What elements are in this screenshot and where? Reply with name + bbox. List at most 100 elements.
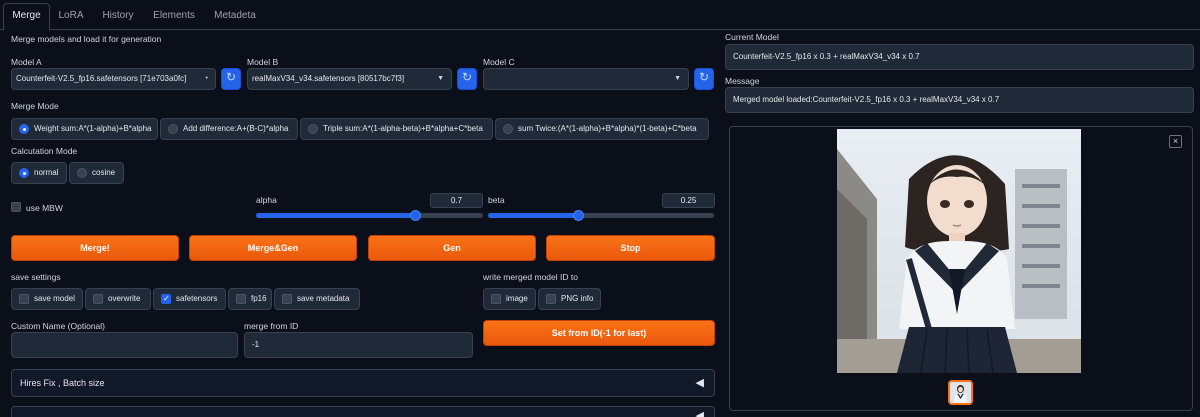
alpha-label: alpha: [256, 195, 277, 205]
refresh-model-a-button[interactable]: [221, 68, 241, 90]
checkbox-label: save model: [34, 294, 75, 303]
triangle-left-icon: ◀: [695, 410, 704, 417]
merge-mode-label: Merge Mode: [11, 101, 59, 111]
checkmark-icon: [161, 289, 171, 309]
merge-from-id-label: merge from ID: [244, 321, 299, 331]
hires-fix-accordion-label: Hires Fix , Batch size: [20, 378, 105, 388]
calc-mode-option-label: cosine: [92, 168, 116, 177]
save-settings-group: save model overwrite safetensors fp16 sa…: [11, 288, 360, 310]
gen-button[interactable]: Gen: [368, 235, 536, 261]
overwrite-checkbox[interactable]: overwrite: [85, 288, 151, 310]
fp16-checkbox[interactable]: fp16: [228, 288, 272, 310]
alpha-slider[interactable]: [256, 210, 483, 221]
message-field: Merged model loaded:Counterfeit-V2.5_fp1…: [725, 87, 1194, 113]
checkbox-box: [19, 294, 29, 304]
write-id-image-checkbox[interactable]: image: [483, 288, 536, 310]
custom-name-input[interactable]: [11, 332, 238, 358]
checkbox-label: PNG info: [561, 294, 594, 303]
beta-slider-handle[interactable]: [573, 210, 585, 221]
radio-dot: [168, 124, 178, 134]
tab-merge[interactable]: Merge: [3, 3, 50, 31]
chevron-down-icon: •: [205, 75, 208, 82]
checkbox-box: [93, 294, 103, 304]
calc-mode-cosine[interactable]: cosine: [69, 162, 124, 184]
model-a-label: Model A: [11, 57, 42, 67]
tab-metadeta[interactable]: Metadeta: [207, 4, 263, 30]
output-gallery: ×: [729, 126, 1193, 411]
alpha-number-input[interactable]: 0.7: [430, 193, 483, 208]
radio-dot: [503, 124, 513, 134]
calc-mode-label: Calcutation Mode: [11, 146, 78, 156]
radio-dot: [19, 168, 29, 178]
merge-mode-radio-group: Weight sum:A*(1-alpha)+B*alpha Add diffe…: [11, 118, 709, 140]
thumbnail-image: [950, 382, 971, 403]
model-a-dropdown[interactable]: Counterfeit-V2.5_fp16.safetensors [71e70…: [11, 68, 216, 90]
triangle-left-icon: ◀: [695, 377, 704, 389]
tab-lora[interactable]: LoRA: [52, 4, 90, 30]
model-c-label: Model C: [483, 57, 515, 67]
radio-dot: [77, 168, 87, 178]
stop-button[interactable]: Stop: [546, 235, 715, 261]
radio-dot: [19, 124, 29, 134]
model-c-dropdown[interactable]: ▼: [483, 68, 689, 90]
alpha-slider-handle[interactable]: [409, 210, 421, 221]
merge-and-gen-button[interactable]: Merge&Gen: [189, 235, 357, 261]
merge-mode-add-difference[interactable]: Add difference:A+(B-C)*alpha: [160, 118, 298, 140]
checkbox-label: safetensors: [176, 294, 218, 303]
tab-history[interactable]: History: [95, 4, 141, 30]
write-id-group: image PNG info: [483, 288, 601, 310]
collapsed-accordion[interactable]: ◀: [11, 406, 715, 417]
calc-mode-radio-group: normal cosine: [11, 162, 124, 184]
gallery-thumbnail[interactable]: [948, 380, 973, 405]
save-model-checkbox[interactable]: save model: [11, 288, 83, 310]
merge-mode-option-label: Weight sum:A*(1-alpha)+B*alpha: [34, 124, 152, 133]
beta-slider[interactable]: [488, 210, 714, 221]
merge-mode-triple-sum[interactable]: Triple sum:A*(1-alpha-beta)+B*alpha+C*be…: [300, 118, 493, 140]
checkbox-box: [282, 294, 292, 304]
radio-dot: [308, 124, 318, 134]
checkbox-box: [491, 294, 501, 304]
checkbox-label: fp16: [251, 294, 267, 303]
beta-number-input[interactable]: 0.25: [662, 193, 715, 208]
merge-mode-option-label: Add difference:A+(B-C)*alpha: [183, 124, 289, 133]
chevron-down-icon: ▼: [437, 75, 444, 82]
use-mbw-label: use MBW: [26, 203, 63, 213]
write-id-label: write merged model ID to: [483, 272, 578, 282]
tab-elements[interactable]: Elements: [146, 4, 202, 30]
hires-fix-accordion[interactable]: Hires Fix , Batch size ◀: [11, 369, 715, 397]
generated-image[interactable]: [837, 129, 1081, 373]
checkbox-box: [546, 294, 556, 304]
safetensors-checkbox[interactable]: safetensors: [153, 288, 226, 310]
merge-mode-option-label: sum Twice:(A*(1-alpha)+B*alpha)*(1-beta)…: [518, 124, 697, 133]
chevron-down-icon: ▼: [674, 75, 681, 82]
merge-mode-option-label: Triple sum:A*(1-alpha-beta)+B*alpha+C*be…: [323, 124, 483, 133]
merge-from-id-input[interactable]: -1: [244, 332, 473, 358]
tab-bar: Merge LoRA History Elements Metadeta: [0, 0, 1200, 31]
merge-mode-sum-twice[interactable]: sum Twice:(A*(1-alpha)+B*alpha)*(1-beta)…: [495, 118, 709, 140]
model-b-label: Model B: [247, 57, 279, 67]
use-mbw-checkbox[interactable]: [11, 202, 21, 212]
save-settings-label: save settings: [11, 272, 61, 282]
refresh-model-c-button[interactable]: [694, 68, 714, 90]
beta-label: beta: [488, 195, 505, 205]
alpha-slider-fill: [256, 213, 415, 218]
checkbox-label: overwrite: [108, 294, 141, 303]
calc-mode-normal[interactable]: normal: [11, 162, 67, 184]
merge-mode-weight-sum[interactable]: Weight sum:A*(1-alpha)+B*alpha: [11, 118, 158, 140]
close-icon[interactable]: ×: [1169, 135, 1182, 148]
set-from-id-button[interactable]: Set from ID(-1 for last): [483, 320, 715, 346]
calc-mode-option-label: normal: [34, 168, 59, 177]
merge-heading: Merge models and load it for generation: [11, 34, 162, 44]
custom-name-label: Custom Name (Optional): [11, 321, 106, 331]
model-a-value: Counterfeit-V2.5_fp16.safetensors [71e70…: [16, 74, 187, 83]
save-metadata-checkbox[interactable]: save metadata: [274, 288, 360, 310]
current-model-field: Counterfeit-V2.5_fp16 x 0.3 + realMaxV34…: [725, 44, 1194, 70]
write-id-pnginfo-checkbox[interactable]: PNG info: [538, 288, 601, 310]
checkbox-box: [236, 294, 246, 304]
current-model-label: Current Model: [725, 32, 779, 42]
checkbox-label: save metadata: [297, 294, 350, 303]
refresh-model-b-button[interactable]: [457, 68, 477, 90]
merge-button[interactable]: Merge!: [11, 235, 179, 261]
model-b-dropdown[interactable]: realMaxV34_v34.safetensors [80517bc7f3] …: [247, 68, 452, 90]
checkbox-label: image: [506, 294, 528, 303]
